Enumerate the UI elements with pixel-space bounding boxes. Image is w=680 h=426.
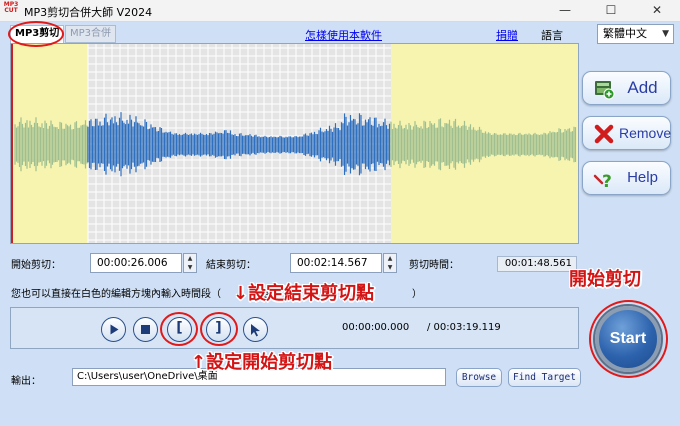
help-button[interactable]: ? Help	[582, 161, 671, 195]
help-question-icon: ?	[593, 172, 612, 190]
duration-label: 剪切時間：	[409, 260, 459, 271]
output-label: 輸出：	[11, 376, 41, 387]
end-time-stepper[interactable]: ▲ ▼	[383, 253, 397, 273]
stepper-up-icon[interactable]: ▲	[184, 254, 196, 263]
stop-icon	[141, 325, 150, 334]
current-time: 00:00:00.000	[342, 322, 410, 333]
browse-button[interactable]: Browse	[456, 368, 502, 387]
start-time-stepper[interactable]: ▲ ▼	[183, 253, 197, 273]
hint-text: 您也可以直接在白色的編輯方塊內輸入時間段（	[11, 289, 221, 300]
start-cut-label: 開始剪切：	[11, 260, 61, 271]
remove-x-icon	[594, 124, 614, 144]
stepper-down-icon[interactable]: ▼	[184, 263, 196, 272]
window-title: MP3剪切合併大師 V2024	[24, 6, 153, 19]
donate-link[interactable]: 捐贈	[496, 27, 518, 43]
annotation-end-point: ↓設定結束剪切點	[233, 283, 375, 304]
start-time-input[interactable]: 00:00:26.006	[90, 253, 182, 273]
help-button-label: Help	[627, 169, 658, 186]
chevron-down-icon: ▼	[662, 29, 669, 39]
remove-button[interactable]: Remove	[582, 116, 671, 150]
howto-link[interactable]: 怎樣使用本軟件	[305, 27, 382, 43]
app-logo-icon: MP3 CUT	[3, 1, 19, 14]
annotation-ring-tab	[8, 21, 64, 47]
waveform-left	[14, 117, 88, 172]
play-from-cursor-button[interactable]	[243, 317, 268, 342]
language-select[interactable]: 繁體中文 ▼	[597, 24, 674, 44]
total-time: / 00:03:19.119	[427, 322, 501, 333]
minimize-button[interactable]: —	[542, 0, 588, 22]
waveform-panel[interactable]	[10, 43, 579, 244]
stepper-down-icon[interactable]: ▼	[384, 263, 396, 272]
annotation-start-cut: 開始剪切	[569, 269, 641, 290]
language-label: 語言	[541, 29, 563, 42]
remove-button-label: Remove	[619, 125, 672, 141]
add-button[interactable]: Add	[582, 71, 671, 105]
add-file-icon	[595, 81, 615, 100]
svg-text:?: ?	[602, 172, 612, 190]
annotation-ring-mark-start	[160, 312, 198, 346]
language-select-value: 繁體中文	[603, 27, 647, 40]
play-icon	[110, 324, 119, 335]
hint-text-end: ）	[412, 289, 422, 300]
play-button[interactable]	[101, 317, 126, 342]
find-target-button[interactable]: Find Target	[508, 368, 581, 387]
annotation-ring-start	[589, 300, 668, 378]
end-cut-label: 結束剪切：	[206, 260, 256, 271]
end-time-input[interactable]: 00:02:14.567	[290, 253, 382, 273]
stepper-up-icon[interactable]: ▲	[384, 254, 396, 263]
duration-value: 00:01:48.561	[497, 256, 577, 272]
maximize-button[interactable]: ☐	[588, 0, 634, 22]
waveform-canvas[interactable]	[11, 44, 578, 243]
cursor-play-icon	[251, 324, 260, 337]
annotation-start-point: ↑設定開始剪切點	[191, 352, 333, 373]
stop-button[interactable]	[133, 317, 158, 342]
tab-mp3-merge[interactable]: MP3合併	[65, 25, 117, 43]
close-button[interactable]: ✕	[634, 0, 680, 22]
add-button-label: Add	[627, 78, 658, 97]
annotation-ring-mark-end	[200, 312, 238, 346]
